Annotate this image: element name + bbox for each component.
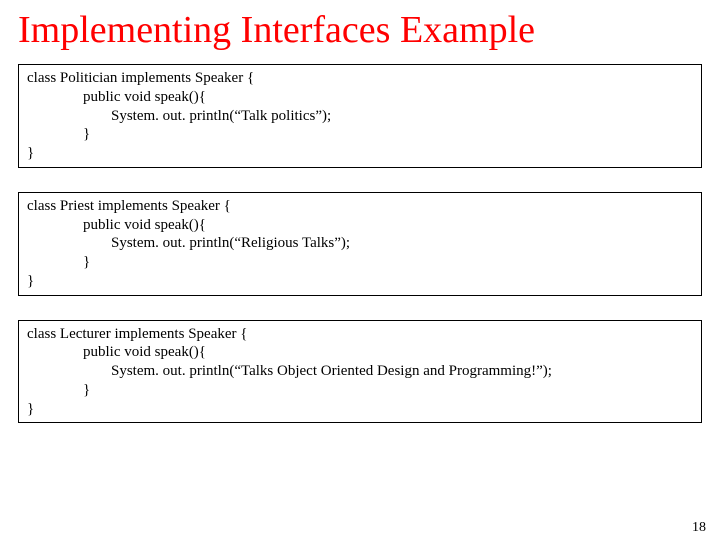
code-line: class Politician implements Speaker {: [27, 69, 693, 88]
code-line: System. out. println(“Talk politics”);: [111, 107, 693, 126]
code-line: System. out. println(“Religious Talks”);: [111, 234, 693, 253]
code-line: }: [83, 125, 693, 144]
code-line: public void speak(){: [83, 88, 693, 107]
slide-title: Implementing Interfaces Example: [18, 8, 702, 52]
code-line: public void speak(){: [83, 343, 693, 362]
code-line: }: [83, 253, 693, 272]
code-line: System. out. println(“Talks Object Orien…: [111, 362, 693, 381]
code-line: class Lecturer implements Speaker {: [27, 325, 693, 344]
code-line: }: [27, 272, 693, 291]
page-number: 18: [692, 520, 706, 536]
code-line: }: [27, 144, 693, 163]
code-line: public void speak(){: [83, 216, 693, 235]
code-line: }: [83, 381, 693, 400]
slide-content: Implementing Interfaces Example class Po…: [0, 0, 720, 423]
code-block-politician: class Politician implements Speaker { pu…: [18, 64, 702, 168]
code-block-lecturer: class Lecturer implements Speaker { publ…: [18, 320, 702, 424]
code-block-priest: class Priest implements Speaker { public…: [18, 192, 702, 296]
code-line: }: [27, 400, 693, 419]
code-line: class Priest implements Speaker {: [27, 197, 693, 216]
